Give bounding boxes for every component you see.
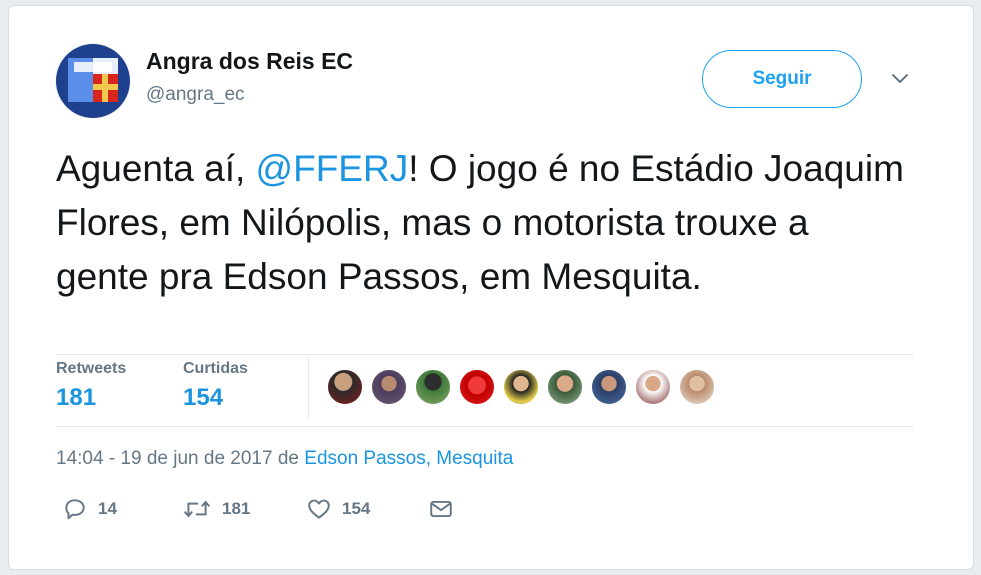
retweets-label: Retweets xyxy=(56,360,127,377)
divider xyxy=(56,354,914,355)
tweet-text: Aguenta aí, @FFERJ! O jogo é no Estádio … xyxy=(56,142,906,304)
likes-label: Curtidas xyxy=(183,360,248,377)
stats-separator xyxy=(308,356,309,420)
liker-avatar[interactable] xyxy=(546,368,584,406)
heart-icon xyxy=(308,499,330,519)
retweet-button[interactable]: 181 xyxy=(182,496,250,522)
direct-message-button[interactable] xyxy=(428,496,454,522)
tweet-timestamp: 14:04 - 19 de jun de 2017 de Edson Passo… xyxy=(56,448,513,470)
liker-avatar[interactable] xyxy=(634,368,672,406)
user-handle[interactable]: @angra_ec xyxy=(146,84,245,106)
likes-count: 154 xyxy=(183,384,224,411)
liker-avatar[interactable] xyxy=(590,368,628,406)
chevron-down-icon[interactable] xyxy=(888,66,912,90)
retweet-count: 181 xyxy=(222,499,251,518)
reply-button[interactable]: 14 xyxy=(62,496,117,522)
likes-stat[interactable]: Curtidas 154 xyxy=(183,360,248,412)
retweet-icon xyxy=(183,500,211,518)
timestamp-text[interactable]: 14:04 - 19 de jun de 2017 de xyxy=(56,448,304,469)
display-name[interactable]: Angra dos Reis EC xyxy=(146,48,353,75)
club-crest-icon xyxy=(56,44,130,118)
liker-avatar[interactable] xyxy=(458,368,496,406)
liker-avatar[interactable] xyxy=(326,368,364,406)
avatar[interactable] xyxy=(56,44,130,118)
liker-avatar[interactable] xyxy=(414,368,452,406)
reply-count: 14 xyxy=(98,499,117,518)
divider xyxy=(56,426,914,427)
retweets-count: 181 xyxy=(56,384,97,411)
like-button[interactable]: 154 xyxy=(306,496,370,522)
liker-avatar[interactable] xyxy=(502,368,540,406)
liker-avatar[interactable] xyxy=(370,368,408,406)
retweets-stat[interactable]: Retweets 181 xyxy=(56,360,126,412)
envelope-icon xyxy=(430,500,452,518)
reply-icon xyxy=(65,499,85,520)
location-link[interactable]: Edson Passos, Mesquita xyxy=(304,448,513,469)
mention-link[interactable]: @FFERJ xyxy=(256,148,409,189)
tweet-text-part: Aguenta aí, xyxy=(56,148,256,189)
like-count: 154 xyxy=(342,499,371,518)
follow-button[interactable]: Seguir xyxy=(702,50,862,108)
liker-avatar[interactable] xyxy=(678,368,716,406)
